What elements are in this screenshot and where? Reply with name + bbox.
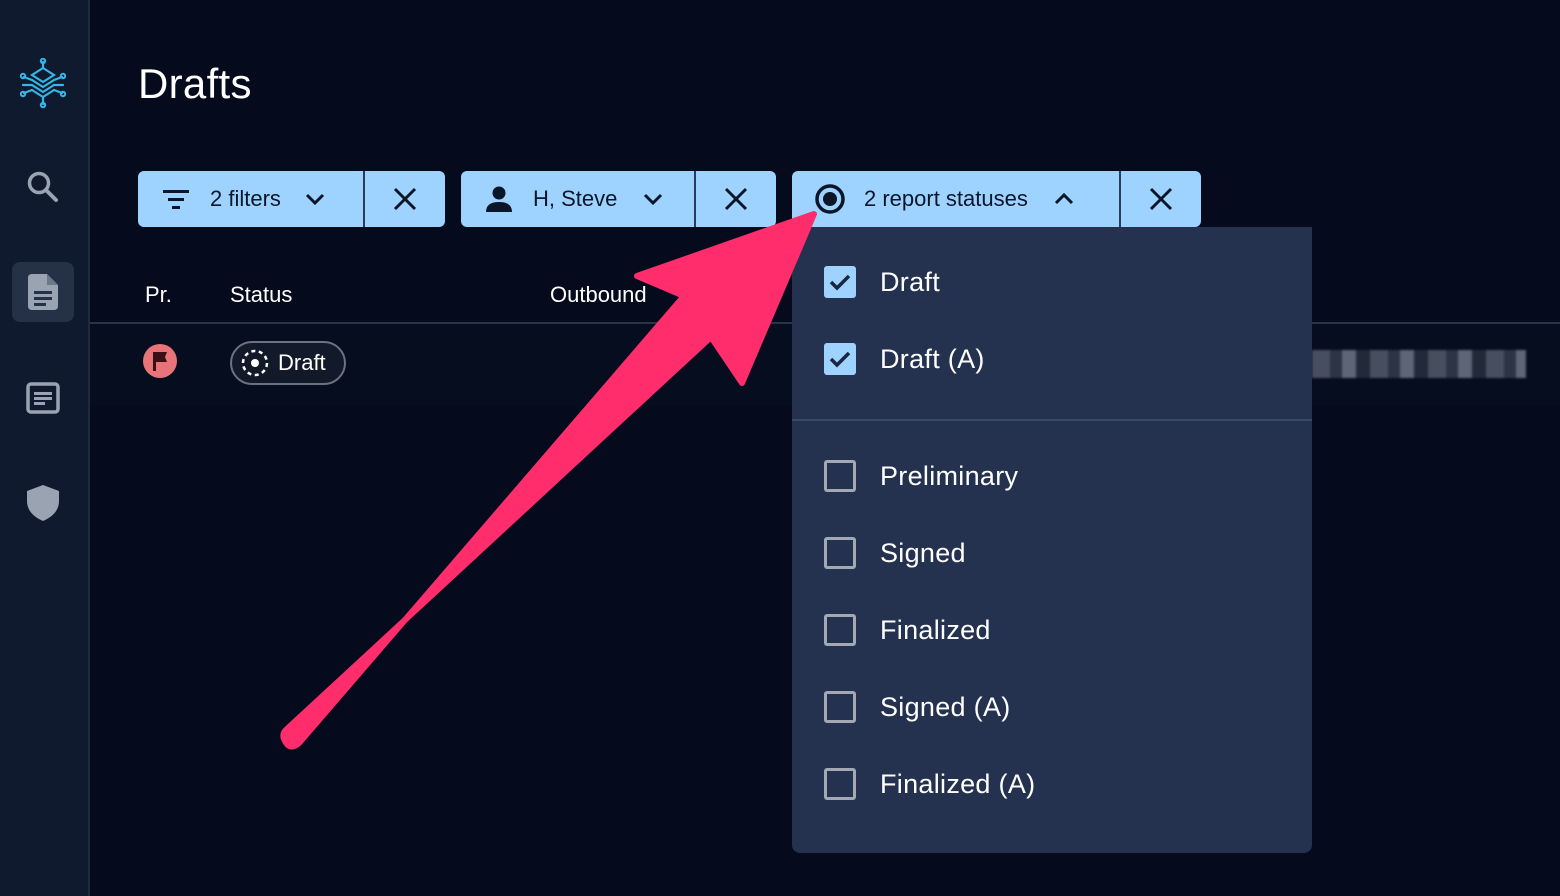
radio-icon xyxy=(815,184,845,214)
chevron-down-icon xyxy=(305,193,324,205)
checkbox[interactable] xyxy=(824,691,856,723)
checkbox[interactable] xyxy=(824,537,856,569)
checkbox[interactable] xyxy=(824,460,856,492)
redacted-text xyxy=(1312,350,1526,378)
filters-toggle-button[interactable]: 2 filters xyxy=(138,171,363,227)
chevron-down-icon xyxy=(644,193,663,205)
logo-icon xyxy=(20,58,66,109)
column-header-priority[interactable]: Pr. xyxy=(145,282,172,308)
clear-filters-button[interactable] xyxy=(363,171,445,227)
status-option-finalized[interactable]: Finalized xyxy=(824,610,991,650)
article-icon xyxy=(26,382,60,414)
nav-reports[interactable] xyxy=(12,368,74,428)
filters-chip: 2 filters xyxy=(138,171,445,227)
option-label: Preliminary xyxy=(880,460,1019,491)
filter-icon xyxy=(163,190,189,209)
status-chip-label: 2 report statuses xyxy=(864,186,1028,211)
user-toggle-button[interactable]: H, Steve xyxy=(461,171,694,227)
status-toggle-button[interactable]: 2 report statuses xyxy=(792,171,1119,227)
check-icon xyxy=(829,351,851,368)
checkbox[interactable] xyxy=(824,768,856,800)
search-icon xyxy=(27,171,58,202)
clear-user-button[interactable] xyxy=(694,171,776,227)
status-option-finalized-a[interactable]: Finalized (A) xyxy=(824,764,1035,804)
status-option-signed-a[interactable]: Signed (A) xyxy=(824,687,1011,727)
checkbox[interactable] xyxy=(824,343,856,375)
option-label: Draft xyxy=(880,266,941,297)
user-chip-label: H, Steve xyxy=(533,186,618,211)
option-label: Signed xyxy=(880,537,966,568)
draft-status-icon xyxy=(241,349,269,377)
option-label: Finalized (A) xyxy=(880,768,1036,799)
status-badge-label: Draft xyxy=(278,350,326,375)
status-chip: 2 report statuses xyxy=(792,171,1201,227)
clear-status-button[interactable] xyxy=(1119,171,1201,227)
status-option-preliminary[interactable]: Preliminary xyxy=(824,456,1018,496)
column-header-outbound[interactable]: Outbound xyxy=(550,282,647,308)
check-icon xyxy=(829,274,851,291)
close-icon xyxy=(1149,187,1173,211)
option-label: Signed (A) xyxy=(880,691,1011,722)
chevron-up-icon xyxy=(1054,193,1073,205)
user-chip: H, Steve xyxy=(461,171,776,227)
page-title: Drafts xyxy=(138,60,252,107)
sidebar xyxy=(0,0,90,896)
checkbox[interactable] xyxy=(824,266,856,298)
nav-security[interactable] xyxy=(12,473,74,533)
app-logo[interactable] xyxy=(12,54,74,114)
dropdown-divider xyxy=(792,419,1312,421)
option-label: Draft (A) xyxy=(880,343,985,374)
status-badge: Draft xyxy=(230,341,346,385)
flag-icon xyxy=(143,344,177,378)
close-icon xyxy=(393,187,417,211)
checkbox[interactable] xyxy=(824,614,856,646)
shield-icon xyxy=(27,485,59,521)
option-label: Finalized xyxy=(880,614,991,645)
annotation-arrow xyxy=(280,211,817,750)
filters-chip-label: 2 filters xyxy=(210,186,281,211)
status-option-draft-a[interactable]: Draft (A) xyxy=(824,339,985,379)
close-icon xyxy=(724,187,748,211)
nav-search[interactable] xyxy=(12,157,74,217)
status-dropdown: Draft Draft (A) Preliminary Signed Final… xyxy=(792,227,1312,853)
status-option-signed[interactable]: Signed xyxy=(824,533,966,573)
status-option-draft[interactable]: Draft xyxy=(824,262,940,302)
person-icon xyxy=(486,186,512,212)
column-header-status[interactable]: Status xyxy=(230,282,292,308)
document-icon xyxy=(28,274,58,310)
nav-drafts[interactable] xyxy=(12,262,74,322)
